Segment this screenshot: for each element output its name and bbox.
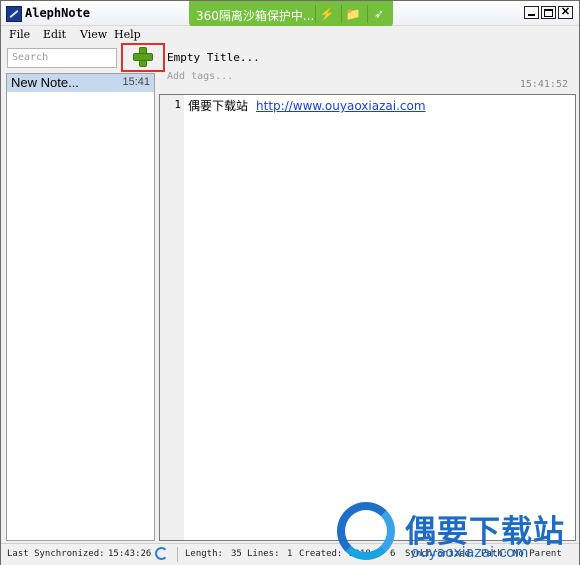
line-text: 偶要下载站 xyxy=(188,99,249,113)
pin-icon[interactable]: ➶ xyxy=(367,5,390,23)
app-logo-icon xyxy=(6,6,22,22)
last-sync-label: Last Synchronized: xyxy=(7,549,105,559)
lines-label: Lines: xyxy=(247,549,280,559)
line-number-gutter: 1 xyxy=(160,95,184,540)
menu-help[interactable]: Help xyxy=(114,28,141,41)
menu-file[interactable]: File xyxy=(9,28,30,41)
plug-icon[interactable]: ⚡ xyxy=(315,5,338,23)
folder-icon[interactable]: 📁 xyxy=(341,5,364,23)
add-note-icon[interactable] xyxy=(134,48,152,66)
last-sync-time: 15:43:26 xyxy=(108,549,152,559)
note-title-field[interactable]: Empty Title... xyxy=(167,51,260,64)
menu-edit[interactable]: Edit xyxy=(43,28,66,41)
close-button[interactable]: ✕ xyxy=(558,6,573,19)
sync-icon[interactable] xyxy=(155,547,168,560)
title-bar[interactable]: AlephNote 360隔离沙箱保护中... ⚡ 📁 ➶ ✕ xyxy=(1,1,579,28)
menu-bar: File Edit View Help xyxy=(1,26,579,43)
note-timestamp: 15:41:52 xyxy=(519,79,568,90)
status-divider xyxy=(177,547,178,562)
watermark-url: ouyaoxiazai.com xyxy=(411,545,529,561)
maximize-button[interactable] xyxy=(541,6,556,19)
sandbox-status-text: 360隔离沙箱保护中... xyxy=(196,9,315,23)
minimize-button[interactable] xyxy=(524,6,539,19)
watermark-logo-icon xyxy=(337,502,397,562)
app-window: AlephNote 360隔离沙箱保护中... ⚡ 📁 ➶ ✕ File Edi… xyxy=(0,0,580,565)
search-input[interactable]: Search xyxy=(7,48,117,68)
lines-value: 1 xyxy=(287,549,293,559)
watermark-swoosh xyxy=(351,522,381,540)
created-label: Created: xyxy=(299,549,343,559)
menu-view[interactable]: View xyxy=(80,28,107,41)
window-title: AlephNote xyxy=(25,6,91,20)
length-value: 35 xyxy=(231,549,242,559)
sandbox-banner: 360隔离沙箱保护中... ⚡ 📁 ➶ xyxy=(189,1,393,28)
editor-line[interactable]: 偶要下载站 http://www.ouyaoxiazai.com xyxy=(188,97,426,114)
length-label: Length: xyxy=(185,549,223,559)
note-title: New Note... xyxy=(11,75,79,90)
line-number: 1 xyxy=(174,98,181,111)
note-time: 15:41 xyxy=(122,76,150,88)
add-note-highlight[interactable] xyxy=(121,43,165,72)
note-list[interactable]: New Note... 15:41 xyxy=(6,73,155,541)
note-editor[interactable]: 1 偶要下载站 http://www.ouyaoxiazai.com xyxy=(159,94,576,541)
tags-field[interactable]: Add tags... xyxy=(167,71,233,82)
list-item[interactable]: New Note... 15:41 xyxy=(7,74,154,92)
url-link[interactable]: http://www.ouyaoxiazai.com xyxy=(256,99,426,113)
